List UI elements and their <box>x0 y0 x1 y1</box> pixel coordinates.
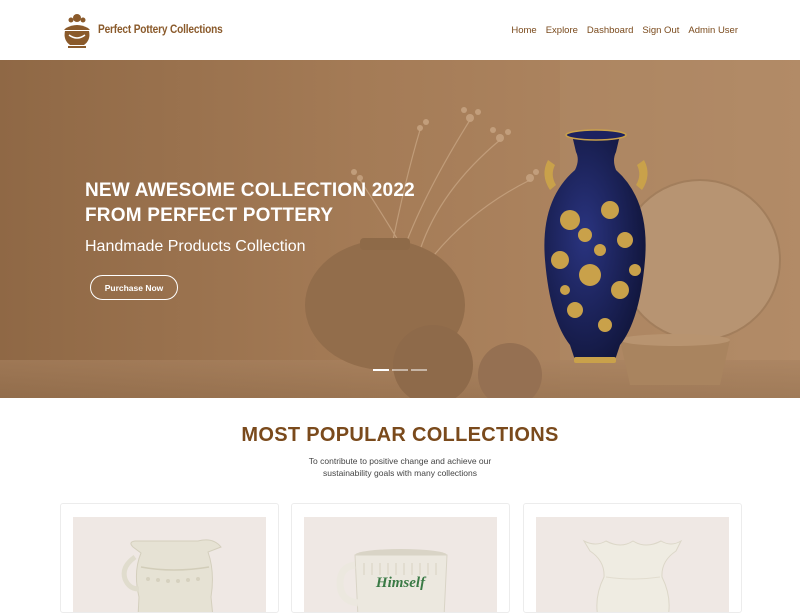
white-mug-image <box>336 549 448 612</box>
product-card-1[interactable] <box>60 503 279 613</box>
hero-text: NEW AWESOME COLLECTION 2022 FROM PERFECT… <box>85 178 415 256</box>
carousel-indicator-1[interactable] <box>373 369 389 371</box>
navbar: Perfect Pottery Collections Home Explore… <box>0 0 800 60</box>
nav-dashboard[interactable]: Dashboard <box>587 25 633 36</box>
section-title: MOST POPULAR COLLECTIONS <box>241 424 559 446</box>
section-description: To contribute to positive change and ach… <box>308 456 492 478</box>
product-card-2[interactable]: Himself <box>291 503 510 613</box>
product-image-2: Himself <box>304 517 497 612</box>
brand-name: Perfect Pottery Collections <box>98 24 223 36</box>
product-image-1 <box>73 517 266 612</box>
carousel-indicator-3[interactable] <box>411 369 427 371</box>
nav-explore[interactable]: Explore <box>546 25 578 36</box>
product-card-3[interactable] <box>523 503 742 613</box>
brand-link[interactable]: Perfect Pottery Collections <box>60 10 240 50</box>
hero-subtitle: Handmade Products Collection <box>85 238 306 255</box>
hero-title-line1: NEW AWESOME COLLECTION 2022 <box>85 180 415 201</box>
carousel-indicator-2[interactable] <box>392 369 408 371</box>
nav-admin-user[interactable]: Admin User <box>688 25 738 36</box>
white-pitcher-image <box>121 539 222 612</box>
pottery-logo-icon <box>64 14 90 48</box>
product-image-3 <box>536 517 729 612</box>
hero-carousel: NEW AWESOME COLLECTION 2022 FROM PERFECT… <box>0 60 800 398</box>
nav-sign-out[interactable]: Sign Out <box>642 25 679 36</box>
nav-links: Home Explore Dashboard Sign Out Admin Us… <box>511 25 738 36</box>
purchase-now-button[interactable]: Purchase Now <box>90 275 178 300</box>
hero-title-line2: FROM PERFECT POTTERY <box>85 205 334 226</box>
nav-home[interactable]: Home <box>511 25 536 36</box>
mug-label-text: Himself <box>375 575 426 591</box>
white-vase-image <box>582 539 683 612</box>
carousel-indicators <box>373 369 427 371</box>
